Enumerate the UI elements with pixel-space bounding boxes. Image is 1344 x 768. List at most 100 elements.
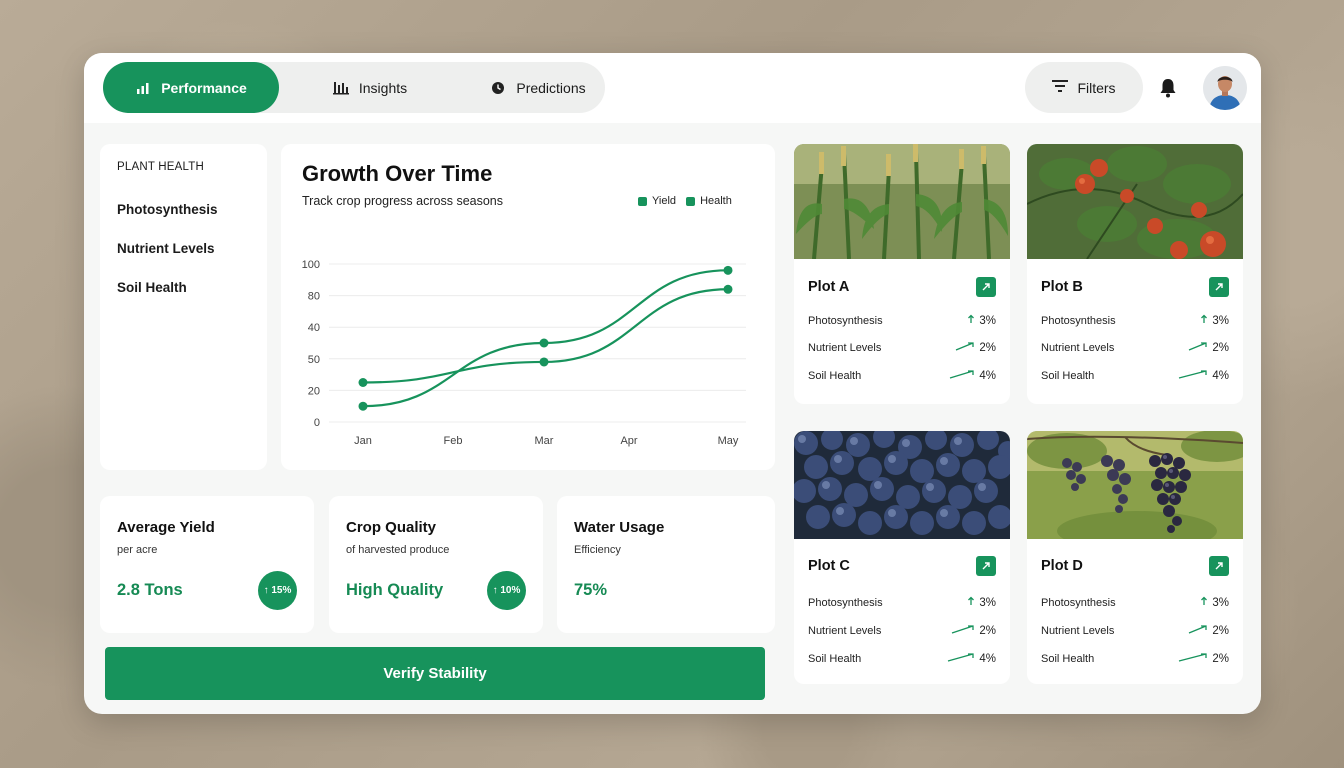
tab-performance[interactable]: Performance bbox=[103, 62, 279, 113]
sidebar-item-soil-health[interactable]: Soil Health bbox=[117, 280, 187, 295]
data-point-health bbox=[539, 357, 549, 367]
tab-predictions[interactable]: Predictions bbox=[463, 62, 613, 113]
y-tick-label: 0 bbox=[314, 417, 320, 429]
trend-up-icon bbox=[1178, 652, 1208, 665]
metric-label: Soil Health bbox=[1041, 370, 1095, 382]
verify-stability-button[interactable]: Verify Stability bbox=[105, 647, 765, 700]
stat-subtitle: of harvested produce bbox=[346, 544, 450, 556]
growth-chart: 0 20 50 40 80 100 Jan Feb Mar Apr May bbox=[302, 259, 746, 447]
dashboard-panel: Performance Insights Predictions Filters bbox=[84, 53, 1261, 714]
water-usage-card: Water Usage Efficiency 75% bbox=[557, 496, 775, 633]
plot-card-a[interactable]: Plot A Photosynthesis 3% Nutrient Levels… bbox=[794, 144, 1010, 404]
metric-value-text: 4% bbox=[979, 652, 996, 665]
stat-value: High Quality bbox=[346, 581, 444, 599]
open-plot-icon[interactable] bbox=[1209, 556, 1229, 576]
stat-change-badge: ↑ 10% bbox=[487, 571, 526, 610]
metric-value: 2% bbox=[1188, 341, 1229, 354]
metric-value: 2% bbox=[951, 624, 996, 637]
tab-insights-label: Insights bbox=[358, 79, 408, 96]
open-plot-icon[interactable] bbox=[976, 277, 996, 297]
average-yield-card: Average Yield per acre 2.8 Tons ↑ 15% bbox=[100, 496, 314, 633]
arrow-up-icon bbox=[1200, 596, 1208, 609]
plot-name: Plot C bbox=[808, 558, 850, 574]
metric-value-text: 4% bbox=[979, 369, 996, 382]
legend-label-health: Health bbox=[700, 195, 732, 207]
metric-value-text: 3% bbox=[1212, 596, 1229, 609]
metric-value-text: 2% bbox=[1212, 624, 1229, 637]
stat-subtitle: Efficiency bbox=[574, 544, 621, 556]
plot-name: Plot A bbox=[808, 279, 850, 295]
plant-health-card: PLANT HEALTH Photosynthesis Nutrient Lev… bbox=[100, 144, 267, 470]
tab-predictions-label: Predictions bbox=[516, 79, 586, 96]
plot-card-c[interactable]: Plot C Photosynthesis 3% Nutrient Levels… bbox=[794, 431, 1010, 684]
tab-performance-label: Performance bbox=[161, 79, 247, 96]
columns-chart-icon bbox=[332, 80, 349, 96]
metric-label: Nutrient Levels bbox=[808, 342, 882, 354]
chart-title: Growth Over Time bbox=[302, 161, 493, 186]
plot-card-b[interactable]: Plot B Photosynthesis 3% Nutrient Levels… bbox=[1027, 144, 1243, 404]
metric-value-text: 2% bbox=[979, 341, 996, 354]
metric-value-text: 3% bbox=[979, 314, 996, 327]
metric-label: Photosynthesis bbox=[1041, 597, 1116, 609]
filters-label: Filters bbox=[1077, 79, 1116, 96]
y-tick-label: 20 bbox=[308, 385, 320, 397]
bell-icon[interactable] bbox=[1158, 77, 1178, 99]
metric-label: Nutrient Levels bbox=[1041, 342, 1115, 354]
x-tick-label: Jan bbox=[354, 435, 372, 447]
data-point-yield bbox=[539, 338, 549, 348]
metric-value: 4% bbox=[949, 369, 996, 382]
metric-label: Nutrient Levels bbox=[808, 625, 882, 637]
metric-value-text: 2% bbox=[979, 624, 996, 637]
data-point-yield bbox=[358, 401, 368, 411]
plot-name: Plot D bbox=[1041, 558, 1083, 574]
x-tick-label: Mar bbox=[535, 435, 554, 447]
growth-chart-card: 0 20 50 40 80 100 Jan Feb Mar Apr May Growth Over … bbox=[281, 144, 775, 470]
metric-label: Photosynthesis bbox=[808, 315, 883, 327]
metric-value: 3% bbox=[967, 314, 996, 327]
tomato-plant-image bbox=[1027, 144, 1243, 259]
clock-icon bbox=[490, 80, 506, 96]
stat-title: Water Usage bbox=[574, 519, 665, 536]
trend-up-icon bbox=[949, 369, 975, 382]
y-tick-label: 40 bbox=[308, 322, 320, 334]
plant-health-heading: PLANT HEALTH bbox=[117, 161, 204, 173]
data-point-health bbox=[723, 284, 733, 294]
open-plot-icon[interactable] bbox=[1209, 277, 1229, 297]
metric-label: Soil Health bbox=[1041, 653, 1095, 665]
x-tick-label: Apr bbox=[620, 435, 637, 447]
series-line-health bbox=[362, 288, 729, 384]
legend-swatch bbox=[686, 196, 696, 206]
metric-label: Soil Health bbox=[808, 653, 862, 665]
chart-subtitle: Track crop progress across seasons bbox=[302, 194, 504, 208]
y-tick-label: 80 bbox=[308, 291, 320, 303]
stat-value: 75% bbox=[574, 581, 608, 599]
plot-name: Plot B bbox=[1041, 279, 1083, 295]
tab-group: Performance Insights Predictions bbox=[103, 62, 605, 113]
corn-field-image bbox=[794, 144, 1010, 259]
sidebar-item-photosynthesis[interactable]: Photosynthesis bbox=[117, 202, 218, 217]
metric-label: Photosynthesis bbox=[808, 597, 883, 609]
metric-value-text: 3% bbox=[1212, 314, 1229, 327]
stat-subtitle: per acre bbox=[117, 544, 158, 556]
open-plot-icon[interactable] bbox=[976, 556, 996, 576]
metric-value-text: 3% bbox=[979, 596, 996, 609]
arrow-up-icon bbox=[967, 596, 975, 609]
plot-card-d[interactable]: Plot D Photosynthesis 3% Nutrient Levels… bbox=[1027, 431, 1243, 684]
x-tick-label: May bbox=[718, 435, 739, 447]
metric-value: 2% bbox=[955, 341, 996, 354]
trend-up-icon bbox=[947, 652, 975, 665]
trend-up-icon bbox=[1188, 341, 1208, 354]
metric-value: 4% bbox=[947, 652, 996, 665]
metric-value: 3% bbox=[1200, 596, 1229, 609]
sidebar-item-nutrient-levels[interactable]: Nutrient Levels bbox=[117, 241, 215, 256]
tab-insights[interactable]: Insights bbox=[295, 62, 445, 113]
series-line-yield bbox=[362, 269, 729, 408]
avatar[interactable] bbox=[1203, 66, 1247, 110]
stat-change-badge: ↑ 15% bbox=[258, 571, 297, 610]
stat-value: 2.8 Tons bbox=[117, 581, 183, 599]
metric-value-text: 2% bbox=[1212, 341, 1229, 354]
grapes-image bbox=[1027, 431, 1243, 539]
filters-button[interactable]: Filters bbox=[1025, 62, 1143, 113]
metric-value: 3% bbox=[967, 596, 996, 609]
metric-value: 4% bbox=[1178, 369, 1229, 382]
